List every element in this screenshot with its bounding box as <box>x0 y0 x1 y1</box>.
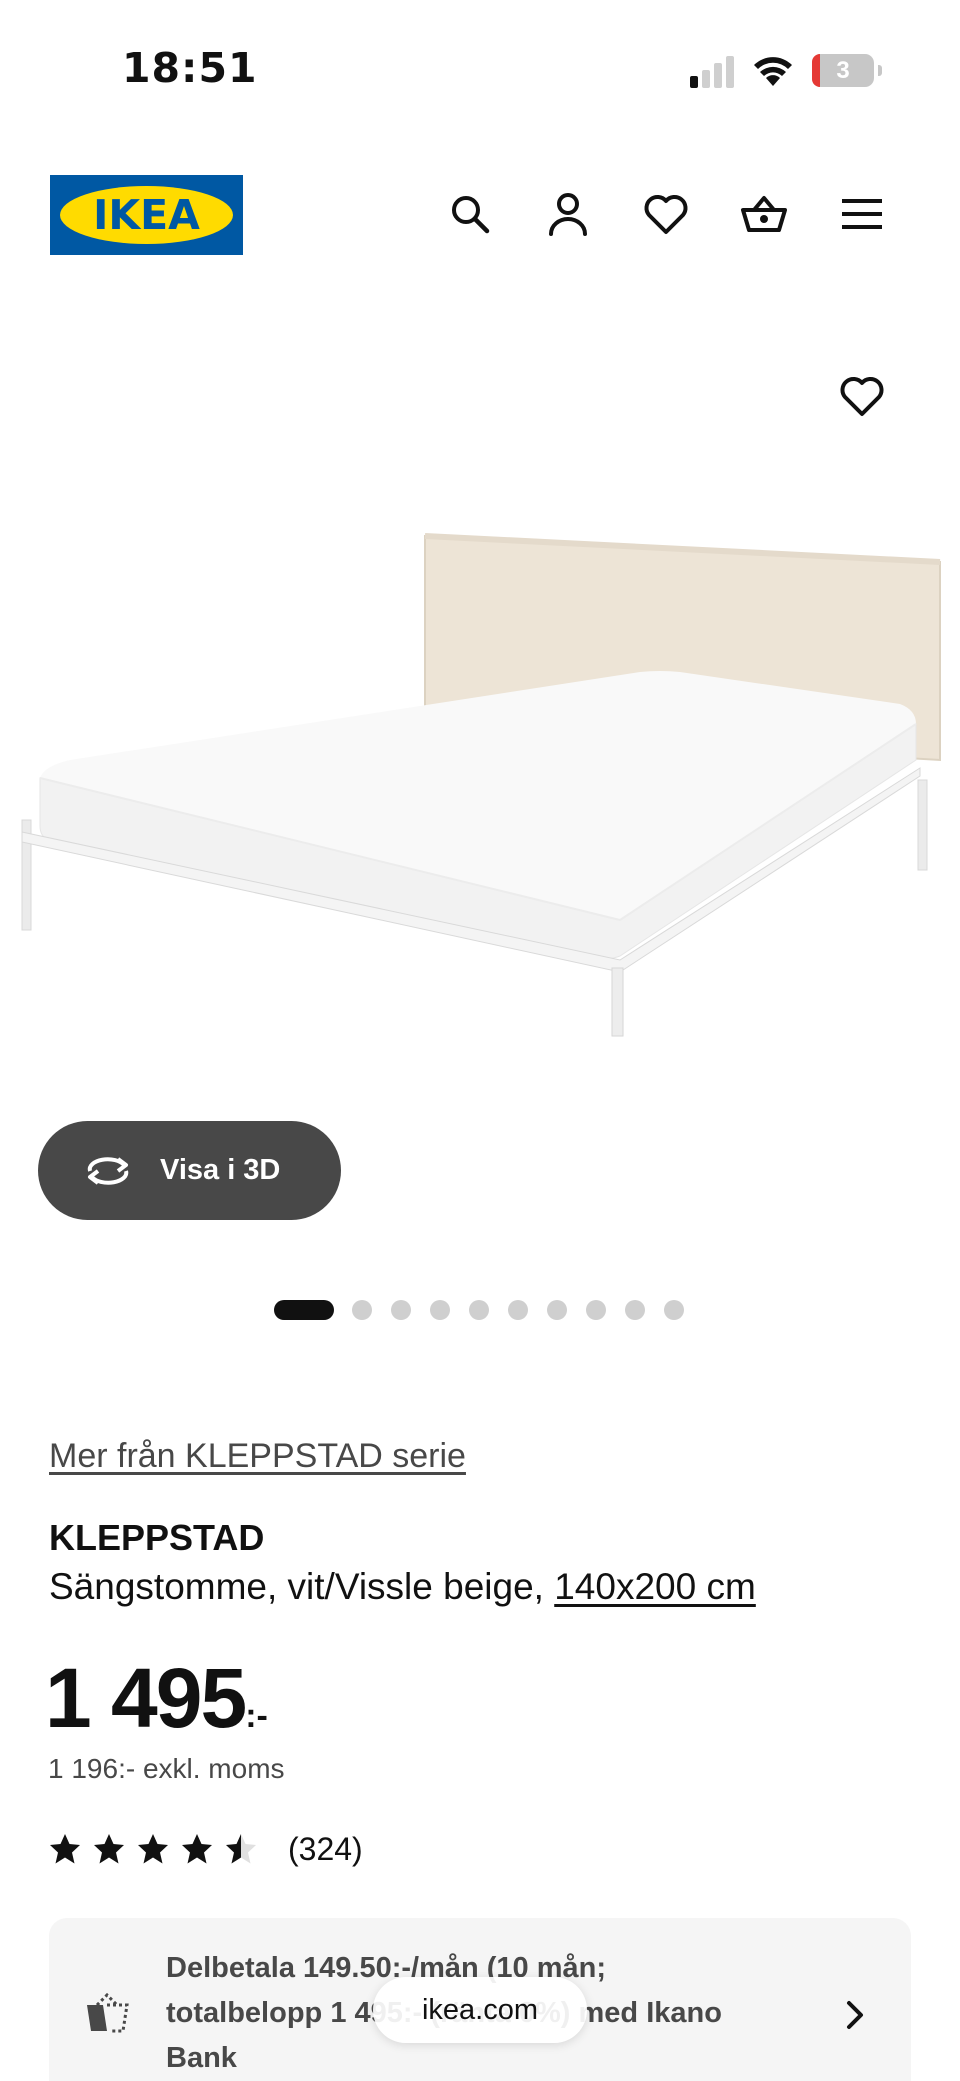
battery-icon: 3 <box>812 54 882 87</box>
pagination-dot[interactable] <box>508 1300 528 1320</box>
menu-icon[interactable] <box>837 189 887 239</box>
chevron-right-icon[interactable] <box>845 2000 867 2030</box>
size-link[interactable]: 140x200 cm <box>554 1566 756 1607</box>
pagination-dot[interactable] <box>625 1300 645 1320</box>
star-full-icon <box>182 1834 212 1864</box>
rating[interactable]: (324) <box>48 1829 363 1869</box>
pagination-dot[interactable] <box>586 1300 606 1320</box>
heart-icon[interactable] <box>641 189 691 239</box>
profile-icon[interactable] <box>543 189 593 239</box>
battery-level: 3 <box>836 57 850 84</box>
rotate-3d-icon <box>87 1156 129 1185</box>
installment-payment-icon <box>87 1992 129 2033</box>
status-time: 18:51 <box>122 44 258 92</box>
price-main: 1 495 <box>45 1651 247 1745</box>
product-image-bed <box>21 533 941 1037</box>
favorite-heart-icon[interactable] <box>838 372 886 420</box>
search-icon[interactable] <box>445 189 495 239</box>
price-excl-vat: 1 196:- exkl. moms <box>48 1753 285 1784</box>
product-name: KLEPPSTAD <box>49 1517 265 1558</box>
product-description-text: Sängstomme, vit/Vissle beige, <box>49 1566 555 1607</box>
pagination-dot[interactable] <box>547 1300 567 1320</box>
view-in-3d-button[interactable]: Visa i 3D <box>38 1121 341 1220</box>
logo-text: IKEA <box>93 191 200 239</box>
browser-url-bar[interactable]: ikea.com <box>373 1977 587 2043</box>
price-suffix: :- <box>245 1697 268 1735</box>
status-bar: 18:51 3 <box>0 0 960 140</box>
view-in-3d-label: Visa i 3D <box>160 1154 281 1186</box>
star-full-icon <box>138 1834 168 1864</box>
pagination-dot[interactable] <box>391 1300 411 1320</box>
cellular-signal-icon <box>690 56 734 88</box>
gallery-pagination[interactable] <box>0 1296 960 1320</box>
pagination-dot[interactable] <box>352 1300 372 1320</box>
price: 1 495:- <box>45 1650 268 1747</box>
product-description: Sängstomme, vit/Vissle beige, 140x200 cm <box>49 1566 756 1608</box>
star-full-icon <box>50 1834 80 1864</box>
ikea-logo[interactable]: IKEA <box>50 175 243 255</box>
pagination-dot[interactable] <box>469 1300 489 1320</box>
series-link[interactable]: Mer från KLEPPSTAD serie <box>49 1437 466 1476</box>
pagination-dot-active[interactable] <box>274 1300 334 1320</box>
review-count[interactable]: (324) <box>288 1831 363 1868</box>
pagination-dot[interactable] <box>664 1300 684 1320</box>
star-full-icon <box>94 1834 124 1864</box>
pagination-dot[interactable] <box>430 1300 450 1320</box>
cart-icon[interactable] <box>739 189 789 239</box>
star-half-icon <box>226 1834 256 1864</box>
wifi-icon <box>754 57 792 86</box>
